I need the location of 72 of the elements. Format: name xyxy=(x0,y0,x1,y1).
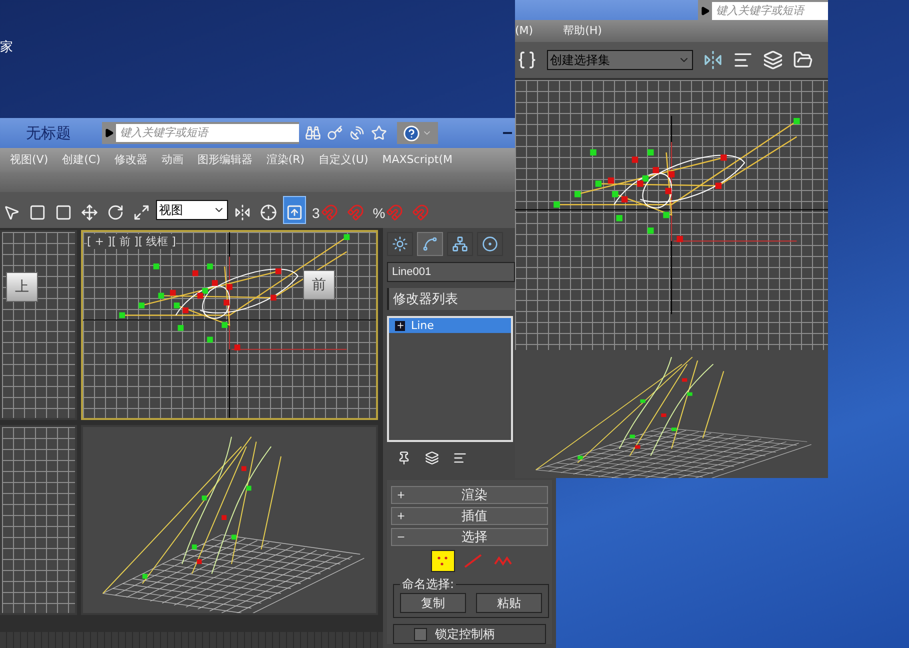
rollout-header[interactable]: 插值 xyxy=(391,507,548,525)
checkbox[interactable] xyxy=(414,628,427,640)
pin-icon[interactable] xyxy=(397,451,411,465)
select-arrow-icon xyxy=(3,204,20,221)
satellite-dish-icon[interactable] xyxy=(349,125,365,141)
curve-icon xyxy=(422,236,438,252)
panel-button[interactable]: 粘贴 xyxy=(476,593,542,613)
circle-icon xyxy=(482,236,498,252)
plus-icon xyxy=(396,511,406,521)
crosshair-icon xyxy=(260,204,277,221)
toolbar-button[interactable]: 3 xyxy=(309,196,341,224)
sun-icon xyxy=(392,236,408,252)
group-label: 命名选择: xyxy=(401,576,456,593)
plus-icon xyxy=(396,490,406,500)
menu-item[interactable]: 动画 xyxy=(161,153,184,167)
selection-mode-button[interactable] xyxy=(431,550,455,572)
hierarchy-icon xyxy=(452,236,468,252)
magnet-icon xyxy=(320,204,338,221)
stack-item[interactable]: Line xyxy=(389,318,511,333)
toolbar-button[interactable]: % xyxy=(370,196,406,224)
magnet-icon xyxy=(346,204,364,221)
rollout-header[interactable]: 渲染 xyxy=(391,486,548,504)
braces-icon[interactable] xyxy=(517,50,537,70)
panel-tab[interactable] xyxy=(387,232,413,256)
search-field[interactable]: 键入关键字或短语 xyxy=(102,122,299,144)
menu-item[interactable]: (M) xyxy=(515,24,534,38)
modifier-list-dropdown[interactable]: 修改器列表 xyxy=(387,288,515,310)
star-icon[interactable] xyxy=(371,125,387,141)
layers-icon[interactable] xyxy=(763,50,783,70)
window-title: 无标题 xyxy=(26,124,72,142)
play-icon[interactable] xyxy=(104,128,114,138)
play-icon[interactable] xyxy=(700,6,710,16)
rectangle-selection-icon xyxy=(29,204,46,221)
move-icon xyxy=(81,204,98,221)
arrow-up-icon xyxy=(286,204,303,221)
panel-button[interactable]: 复制 xyxy=(400,593,466,613)
key-icon[interactable] xyxy=(327,125,343,141)
mirror-icon[interactable] xyxy=(703,50,723,70)
rotate-icon xyxy=(107,204,124,221)
menu-item[interactable]: 帮助(H) xyxy=(563,24,602,38)
menu-item[interactable]: 图形编辑器 xyxy=(197,153,252,167)
viewport[interactable]: 上 xyxy=(0,230,77,420)
list-icon[interactable] xyxy=(453,451,467,465)
expand-icon[interactable] xyxy=(395,320,405,330)
checkbox-label: 锁定控制柄 xyxy=(435,626,495,642)
view-cube[interactable]: 上 xyxy=(6,272,38,302)
panel-tab[interactable] xyxy=(477,232,503,256)
magnet-icon xyxy=(386,204,404,221)
search-field[interactable]: 键入关键字或短语 xyxy=(698,0,828,22)
zigzag-icon xyxy=(494,554,512,568)
named-selection-dropdown[interactable]: 创建选择集 xyxy=(547,50,693,70)
magnet-icon xyxy=(412,204,430,221)
viewport-label[interactable]: [ + ][ 前 ][ 线框 ] xyxy=(87,234,176,249)
panel-tab[interactable] xyxy=(417,232,443,256)
rollout-header[interactable]: 选择 xyxy=(391,528,548,546)
view-cube[interactable]: 前 xyxy=(303,270,335,300)
scale-icon xyxy=(133,204,150,221)
menu-item[interactable]: 自定义(U) xyxy=(318,153,368,167)
panel-tab[interactable] xyxy=(447,232,473,256)
layers-icon[interactable] xyxy=(425,451,439,465)
desktop-icon-label[interactable]: 家 xyxy=(0,38,13,56)
zigzag-icon xyxy=(464,554,482,568)
help-icon[interactable] xyxy=(403,124,420,142)
object-name-field[interactable]: Line001 xyxy=(387,262,515,282)
menu-item[interactable]: 创建(C) xyxy=(62,153,100,167)
viewport[interactable] xyxy=(0,425,77,615)
reference-dropdown[interactable]: 视图 xyxy=(156,200,228,220)
folder-icon[interactable] xyxy=(793,50,813,70)
toolbar-button[interactable] xyxy=(283,196,306,224)
help-button[interactable] xyxy=(397,122,438,144)
binoculars-icon[interactable] xyxy=(305,125,321,141)
viewport[interactable]: [ + ][ 前 ][ 线框 ] 前 xyxy=(81,230,378,420)
